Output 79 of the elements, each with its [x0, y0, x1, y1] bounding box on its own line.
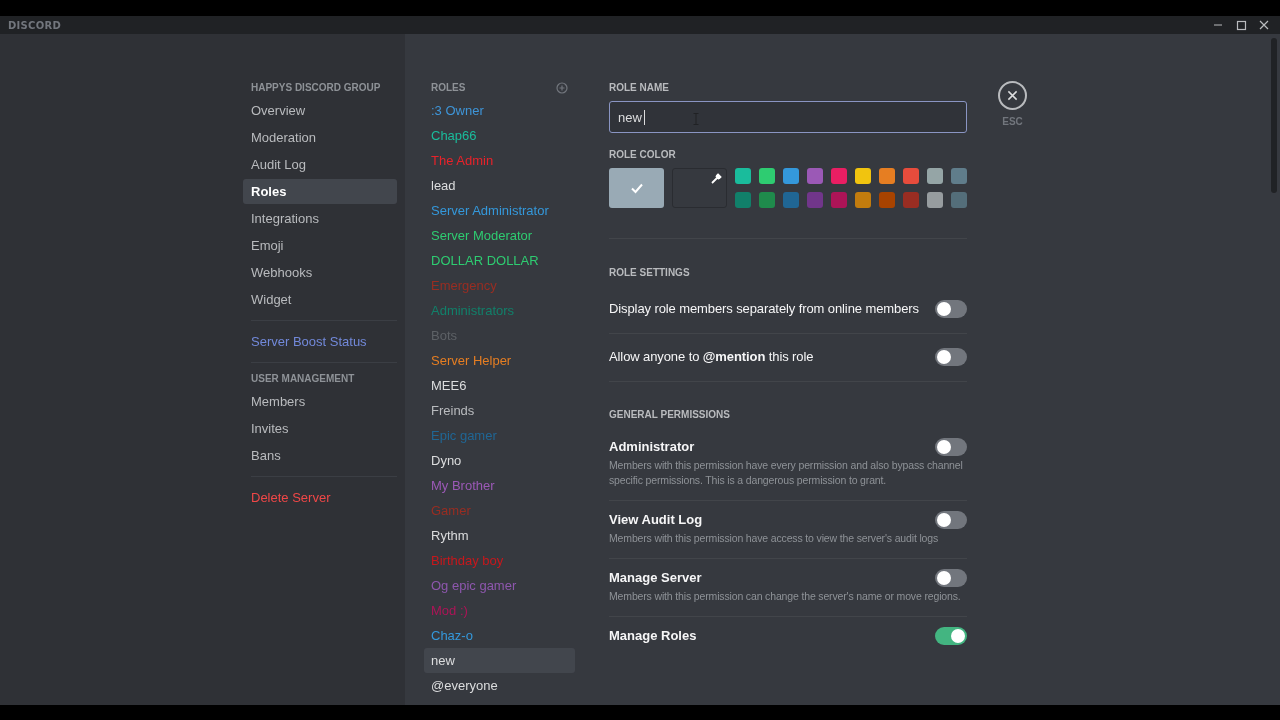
toggle-switch[interactable] [935, 627, 967, 645]
toggle-switch[interactable] [935, 300, 967, 318]
role-item[interactable]: lead [424, 173, 575, 198]
eyedropper-icon [710, 173, 722, 185]
setting-label: Allow anyone to @mention this role [609, 348, 814, 366]
color-swatch[interactable] [879, 192, 895, 208]
permission-description: Members with this permission have every permission and also bypass channel specific permissions. This is a dangerous permission to grant. [609, 458, 964, 488]
sidebar-item[interactable]: Emoji [243, 233, 397, 258]
color-swatch[interactable] [831, 168, 847, 184]
section-header: ROLE SETTINGS [609, 266, 691, 280]
color-swatch[interactable] [855, 192, 871, 208]
toggle-switch[interactable] [935, 511, 967, 529]
sidebar-item[interactable]: Roles [243, 179, 397, 204]
sidebar-item[interactable]: Bans [243, 443, 397, 468]
section-header: USER MANAGEMENT [250, 372, 356, 386]
role-item[interactable]: Server Moderator [424, 223, 575, 248]
sidebar-item[interactable]: Delete Server [243, 485, 397, 510]
role-item[interactable]: new [424, 648, 575, 673]
section-header: GENERAL PERMISSIONS [609, 408, 731, 422]
color-swatch[interactable] [759, 168, 775, 184]
custom-color-swatch[interactable] [672, 168, 727, 208]
role-item[interactable]: Chaz-o [424, 623, 575, 648]
esc-label: ESC [1002, 116, 1023, 127]
scrollbar-thumb[interactable] [1271, 38, 1277, 193]
role-item[interactable]: MEE6 [424, 373, 575, 398]
sidebar-item[interactable]: Members [243, 389, 397, 414]
app-logo: DISCORD [8, 19, 63, 31]
color-swatch[interactable] [807, 192, 823, 208]
color-swatch[interactable] [927, 192, 943, 208]
sidebar-item[interactable]: Audit Log [243, 152, 397, 177]
color-swatch[interactable] [951, 168, 967, 184]
color-swatch[interactable] [951, 192, 967, 208]
color-swatch[interactable] [831, 192, 847, 208]
field-label: ROLE NAME [609, 81, 670, 95]
close-button[interactable] [998, 81, 1027, 110]
permission-title: Manage Server [609, 569, 702, 587]
field-label: ROLE COLOR [609, 148, 677, 162]
color-swatch[interactable] [903, 192, 919, 208]
sidebar-item[interactable]: Integrations [243, 206, 397, 231]
permission-title: View Audit Log [609, 511, 703, 529]
color-swatch[interactable] [735, 168, 751, 184]
role-item[interactable]: Server Helper [424, 348, 575, 373]
color-swatch[interactable] [609, 168, 664, 208]
plus-circle-icon[interactable] [556, 82, 568, 94]
role-item[interactable]: Chap66 [424, 123, 575, 148]
color-swatch[interactable] [759, 192, 775, 208]
color-swatch[interactable] [807, 168, 823, 184]
permission-title: Administrator [609, 438, 695, 456]
color-swatch[interactable] [783, 192, 799, 208]
toggle-switch[interactable] [935, 438, 967, 456]
permission-description: Members with this permission can change the server's name or move regions. [609, 589, 962, 604]
permission-description: Members with this permission have access to view the server's audit logs [609, 531, 940, 546]
sidebar-item[interactable]: Webhooks [243, 260, 397, 285]
color-swatch[interactable] [855, 168, 871, 184]
role-item[interactable]: Freinds [424, 398, 575, 423]
sidebar-item[interactable]: Server Boost Status [243, 329, 397, 354]
role-item[interactable]: Dyno [424, 448, 575, 473]
toggle-switch[interactable] [935, 569, 967, 587]
role-item[interactable]: DOLLAR DOLLAR [424, 248, 575, 273]
role-name-field[interactable]: new [609, 101, 967, 133]
permission-title: Manage Roles [609, 627, 697, 645]
role-item[interactable]: :3 Owner [424, 98, 575, 123]
color-swatch[interactable] [903, 168, 919, 184]
section-header: ROLES [431, 81, 466, 95]
sidebar-item[interactable]: Moderation [243, 125, 397, 150]
toggle-switch[interactable] [935, 348, 967, 366]
section-header: HAPPYS DISCORD GROUP [250, 81, 382, 95]
role-item[interactable]: Server Administrator [424, 198, 575, 223]
close-icon [1007, 90, 1018, 101]
setting-label: Display role members separately from online members [609, 300, 919, 318]
color-swatch[interactable] [927, 168, 943, 184]
sidebar-item[interactable]: Overview [243, 98, 397, 123]
color-swatch[interactable] [879, 168, 895, 184]
color-swatch[interactable] [735, 192, 751, 208]
role-item[interactable]: Rythm [424, 523, 575, 548]
color-swatch[interactable] [783, 168, 799, 184]
role-item[interactable]: @everyone [424, 673, 575, 698]
sidebar-item[interactable]: Widget [243, 287, 397, 312]
sidebar-item[interactable]: Invites [243, 416, 397, 441]
